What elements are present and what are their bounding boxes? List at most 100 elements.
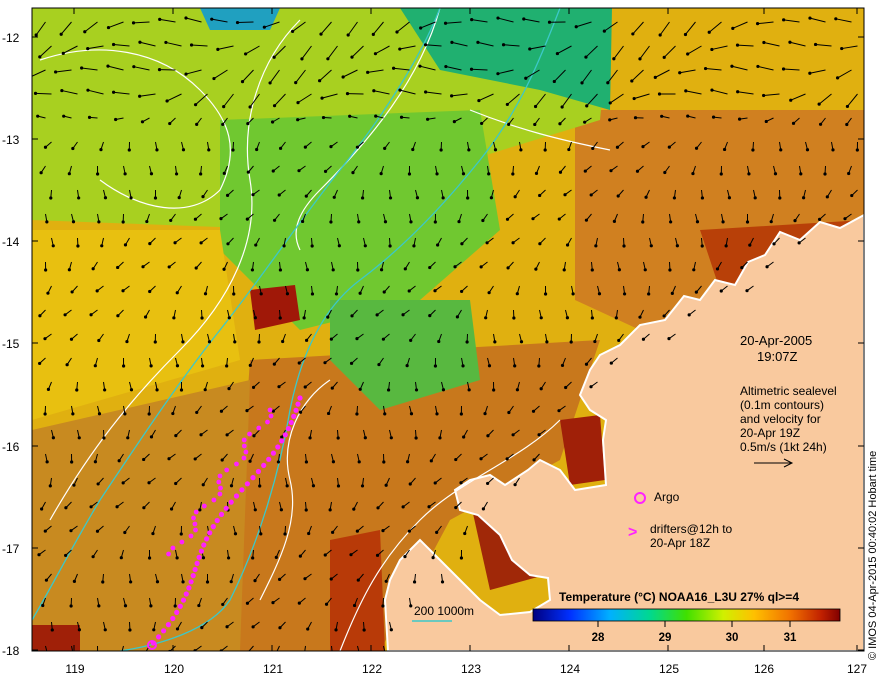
velocity-arrow-head [351, 170, 355, 175]
velocity-arrow-head [251, 385, 256, 389]
drifter-position [193, 509, 199, 515]
velocity-arrow-head [515, 388, 520, 392]
velocity-arrow-head [97, 338, 101, 343]
velocity-arrow-head [225, 625, 229, 629]
velocity-arrow-head [855, 148, 859, 152]
velocity-arrow-head [383, 220, 388, 224]
velocity-arrow-head [427, 505, 431, 509]
velocity-arrow-head [128, 628, 132, 632]
velocity-arrow-head [840, 46, 844, 51]
velocity-arrow-head [493, 340, 497, 344]
velocity-arrow-head [226, 556, 231, 560]
velocity-arrow-head [461, 172, 466, 176]
drifter-position [223, 505, 229, 511]
velocity-arrow-head [831, 148, 835, 152]
velocity-arrow-head [219, 217, 223, 221]
velocity-arrow-head [395, 30, 399, 34]
velocity-arrow-head [222, 267, 226, 271]
drifter-position [161, 628, 167, 634]
velocity-arrow-head [308, 436, 312, 440]
velocity-arrow-head [552, 79, 556, 84]
velocity-arrow-head [700, 196, 705, 200]
velocity-arrow-head [233, 532, 238, 536]
velocity-arrow-head [280, 435, 284, 439]
velocity-arrow-head [329, 337, 333, 341]
velocity-arrow-head [38, 55, 42, 59]
velocity-arrow-head [83, 30, 87, 34]
velocity-arrow-head [331, 652, 334, 655]
drifter-position [268, 413, 274, 419]
velocity-arrow-head [59, 32, 63, 36]
drifter-position [255, 468, 261, 475]
velocity-arrow-head [687, 313, 691, 317]
velocity-arrow-head [297, 361, 301, 365]
velocity-arrow-head [175, 556, 179, 560]
velocity-arrow-head [331, 530, 335, 534]
velocity-arrow-head [513, 483, 517, 487]
velocity-arrow-head [148, 289, 152, 294]
velocity-arrow-head [95, 289, 99, 293]
velocity-arrow-head [781, 67, 786, 71]
velocity-arrow-head [51, 436, 55, 440]
velocity-arrow-head [298, 554, 302, 558]
drifter-position [183, 591, 189, 597]
velocity-arrow-head [45, 460, 49, 464]
y-tick-label: -18 [2, 644, 20, 658]
velocity-arrow-head [715, 267, 720, 271]
velocity-arrow-head [123, 172, 127, 176]
velocity-arrow-head [310, 292, 315, 296]
velocity-arrow-head [631, 32, 635, 36]
velocity-arrow-head [805, 148, 810, 152]
velocity-arrow-head [764, 119, 768, 124]
velocity-arrow-head [647, 292, 651, 296]
velocity-arrow-head [169, 507, 174, 511]
velocity-arrow-head [735, 43, 740, 47]
velocity-arrow-head [360, 196, 365, 200]
velocity-arrow-head [657, 92, 662, 96]
velocity-arrow-head [87, 115, 92, 119]
altimetry-line: (0.1m contours) [740, 398, 825, 412]
velocity-arrow-head [174, 481, 178, 486]
velocity-arrow-head [138, 40, 142, 44]
velocity-arrow-head [278, 268, 283, 272]
velocity-arrow-head [250, 268, 255, 272]
drifter-position [250, 475, 256, 481]
velocity-arrow-head [617, 268, 621, 272]
velocity-arrow-head [106, 25, 111, 30]
velocity-arrow-head [350, 314, 354, 318]
velocity-arrow-head [558, 170, 563, 174]
velocity-arrow-head [304, 194, 308, 198]
velocity-arrow-head [638, 315, 642, 319]
velocity-arrow-head [126, 436, 130, 440]
velocity-arrow-head [412, 580, 417, 584]
drifter-position [211, 497, 217, 503]
velocity-arrow-head [407, 529, 411, 533]
velocity-arrow-head [143, 315, 148, 319]
velocity-arrow-head [165, 99, 169, 103]
velocity-arrow-head [609, 169, 613, 173]
velocity-arrow-head [594, 244, 598, 248]
velocity-arrow-head [565, 243, 570, 247]
velocity-arrow-head [686, 114, 690, 118]
velocity-arrow-head [341, 75, 345, 79]
velocity-arrow-head [282, 244, 286, 248]
velocity-arrow-head [131, 21, 136, 25]
velocity-arrow-head [745, 289, 749, 293]
velocity-arrow-head [38, 361, 42, 366]
velocity-arrow-head [363, 244, 367, 248]
velocity-arrow-head [305, 268, 310, 272]
velocity-arrow-head [226, 242, 230, 246]
velocity-arrow-head [227, 387, 231, 391]
velocity-arrow-head [485, 241, 489, 245]
velocity-arrow-head [398, 88, 402, 92]
velocity-arrow-head [147, 556, 152, 560]
drifter-position [210, 524, 216, 530]
velocity-arrow-head [583, 120, 587, 124]
velocity-arrow-head [111, 90, 116, 94]
drifter-position [165, 622, 171, 628]
velocity-arrow-head [219, 409, 224, 413]
drifter-position [241, 455, 247, 461]
velocity-arrow-head [278, 316, 282, 320]
velocity-arrow-head [277, 193, 281, 197]
drifter-position [194, 560, 200, 567]
